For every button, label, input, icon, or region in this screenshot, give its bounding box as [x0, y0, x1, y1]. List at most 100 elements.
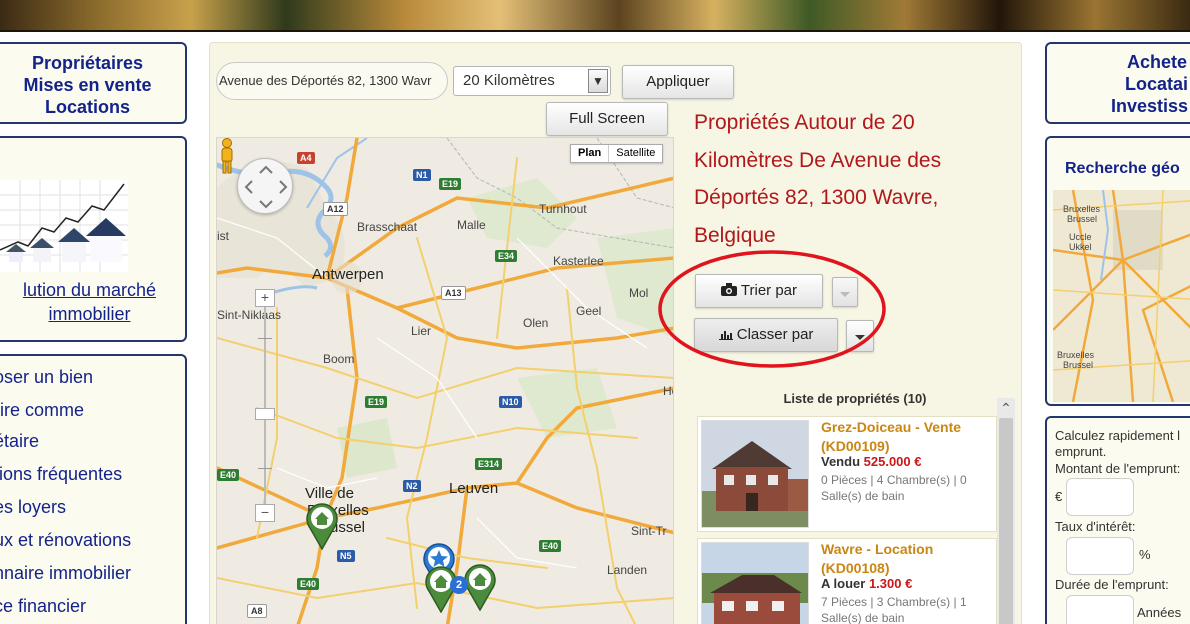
buyers-line[interactable]: Achete — [1127, 52, 1187, 73]
property-card[interactable]: Wavre - Location (KD00108) A louer 1.300… — [697, 538, 997, 624]
geo-label-brussel-2: Brussel — [1063, 360, 1094, 370]
property-details: 7 Pièces | 3 Chambre(s) | 1 Salle(s) de … — [821, 595, 967, 624]
market-evolution-link-line2[interactable]: immobilier — [0, 304, 189, 325]
property-list-scroll-thumb[interactable] — [999, 418, 1013, 624]
pan-control-icon[interactable] — [237, 158, 293, 214]
sort-button[interactable]: Trier par — [695, 274, 823, 308]
menu-item-works[interactable]: ux et rénovations — [0, 530, 131, 551]
map-label-geel: Geel — [576, 304, 602, 318]
geo-search-map[interactable]: Bruxelles Brussel Uccle Ukkel Bruxelles … — [1053, 190, 1190, 402]
classify-dropdown-toggle[interactable] — [846, 320, 874, 352]
tenants-line[interactable]: Locatai — [1125, 74, 1188, 95]
property-price: 1.300 € — [868, 576, 913, 591]
menu-item-register[interactable]: rire comme — [0, 400, 84, 421]
map-label-landen: Landen — [607, 563, 648, 577]
chevron-down-icon[interactable]: ▼ — [588, 69, 608, 93]
menu-item-faq[interactable]: tions fréquentes — [0, 464, 122, 485]
calc-intro-line2: emprunt. — [1055, 444, 1107, 459]
geo-label-ukkel: Ukkel — [1069, 242, 1092, 252]
loan-calculator: Calculez rapidement l emprunt. Montant d… — [1045, 416, 1190, 624]
address-input[interactable]: Avenue des Déportés 82, 1300 Wavr — [216, 62, 448, 100]
marker-cluster-badge[interactable]: 2 — [450, 576, 468, 594]
geo-label-bruxelles-2: Bruxelles — [1057, 350, 1095, 360]
property-price: 525.000 € — [863, 454, 922, 469]
map-label-malle: Malle — [457, 218, 486, 232]
sort-dropdown-toggle[interactable] — [832, 277, 858, 307]
property-photo[interactable] — [701, 420, 809, 528]
road-shield: A8 — [247, 604, 267, 618]
sale-line[interactable]: Mises en vente — [0, 74, 185, 96]
zoom-in-button[interactable]: + — [255, 289, 275, 307]
classify-label: Classer par — [736, 326, 814, 343]
header-banner — [0, 0, 1190, 32]
calc-intro-line1: Calculez rapidement l — [1055, 428, 1181, 443]
property-title[interactable]: Grez-Doiceau - Vente (KD00109) — [821, 418, 991, 456]
calc-currency: € — [1055, 489, 1063, 504]
market-evolution-box[interactable]: lution du marché immobilier — [0, 136, 187, 342]
geo-label-bruxelles: Bruxelles — [1063, 204, 1101, 214]
map-type-control[interactable]: Plan Satellite — [570, 144, 664, 163]
geo-search-box: Recherche géo Bruxelles Brussel Uccle Uk… — [1045, 136, 1190, 406]
loan-amount-input[interactable] — [1066, 478, 1134, 516]
road-shield: E40 — [539, 540, 562, 552]
map-label-he: He — [663, 384, 673, 398]
property-status-label: Vendu — [821, 454, 861, 469]
menu-item-rents[interactable]: es loyers — [0, 497, 66, 518]
map-label-lier: Lier — [411, 324, 432, 338]
zoom-out-button[interactable]: − — [255, 504, 275, 522]
zoom-slider-handle[interactable] — [255, 408, 275, 420]
map-label-sint-niklaas: Sint-Niklaas — [217, 308, 282, 322]
fullscreen-button[interactable]: Full Screen — [546, 102, 668, 136]
road-shield: E19 — [365, 396, 388, 408]
owners-box[interactable]: Propriétaires Mises en vente Locations — [0, 42, 187, 124]
geo-label-brussel: Brussel — [1067, 214, 1098, 224]
menu-item-owner[interactable]: étaire — [0, 431, 39, 452]
menu-item-dictionary[interactable]: nnaire immobilier — [0, 563, 131, 584]
classify-button[interactable]: Classer par — [694, 318, 838, 352]
market-chart-illustration — [0, 180, 128, 272]
map-canvas[interactable]: Antwerpen Brasschaat Malle Turnhout Kast… — [216, 137, 674, 624]
house-marker-icon[interactable] — [305, 502, 339, 550]
road-shield: E19 — [439, 178, 462, 190]
results-title: Propriétés Autour de 20 Kilomètres De Av… — [694, 111, 942, 247]
menu-item-propose[interactable]: oser un bien — [0, 367, 93, 388]
map-type-plan[interactable]: Plan — [571, 145, 608, 162]
distance-select[interactable]: 20 Kilomètres ▼ — [453, 66, 611, 96]
road-shield: N5 — [337, 550, 355, 562]
property-title[interactable]: Wavre - Location (KD00108) — [821, 540, 991, 578]
road-shield: N1 — [413, 169, 431, 181]
geo-search-title: Recherche géo — [1065, 160, 1180, 177]
property-photo[interactable] — [701, 542, 809, 624]
road-shield: E314 — [475, 458, 503, 470]
scroll-up-icon[interactable]: ⌃ — [998, 400, 1014, 416]
property-card[interactable]: Grez-Doiceau - Vente (KD00109) Vendu 525… — [697, 416, 997, 532]
camera-icon — [720, 283, 737, 296]
rentals-line[interactable]: Locations — [0, 96, 185, 118]
map-label-antwerpen: Antwerpen — [312, 266, 384, 283]
map-type-satellite[interactable]: Satellite — [608, 145, 662, 162]
owners-line[interactable]: Propriétaires — [0, 52, 185, 74]
buyers-box[interactable]: Achete Locatai Investiss — [1045, 42, 1190, 124]
interest-rate-input[interactable] — [1066, 537, 1134, 575]
calc-years: Années — [1137, 605, 1182, 620]
map-label-olen: Olen — [523, 316, 549, 330]
caret-down-icon — [840, 291, 850, 297]
property-status: A louer 1.300 € — [821, 576, 912, 591]
zoom-tick — [258, 468, 272, 469]
road-shield: A4 — [297, 152, 315, 164]
map-label-mol: Mol — [629, 286, 649, 300]
loan-duration-input[interactable] — [1066, 595, 1134, 624]
calc-amount-label: Montant de l'emprunt: — [1055, 461, 1181, 476]
house-marker-icon[interactable] — [463, 563, 497, 611]
apply-button[interactable]: Appliquer — [622, 65, 734, 99]
menu-item-finance[interactable]: ce financier — [0, 596, 86, 617]
investors-line[interactable]: Investiss — [1111, 96, 1188, 117]
road-shield: N10 — [499, 396, 522, 408]
map-label-boom: Boom — [323, 352, 355, 366]
pegman-icon[interactable] — [217, 138, 237, 174]
market-evolution-link-line1[interactable]: lution du marché — [0, 280, 189, 301]
zoom-slider-track[interactable] — [264, 298, 266, 516]
calc-duration-label: Durée de l'emprunt: — [1055, 577, 1169, 592]
distance-value: 20 Kilomètres — [463, 72, 555, 89]
property-list-header: Liste de propriétés (10) — [695, 386, 1015, 412]
